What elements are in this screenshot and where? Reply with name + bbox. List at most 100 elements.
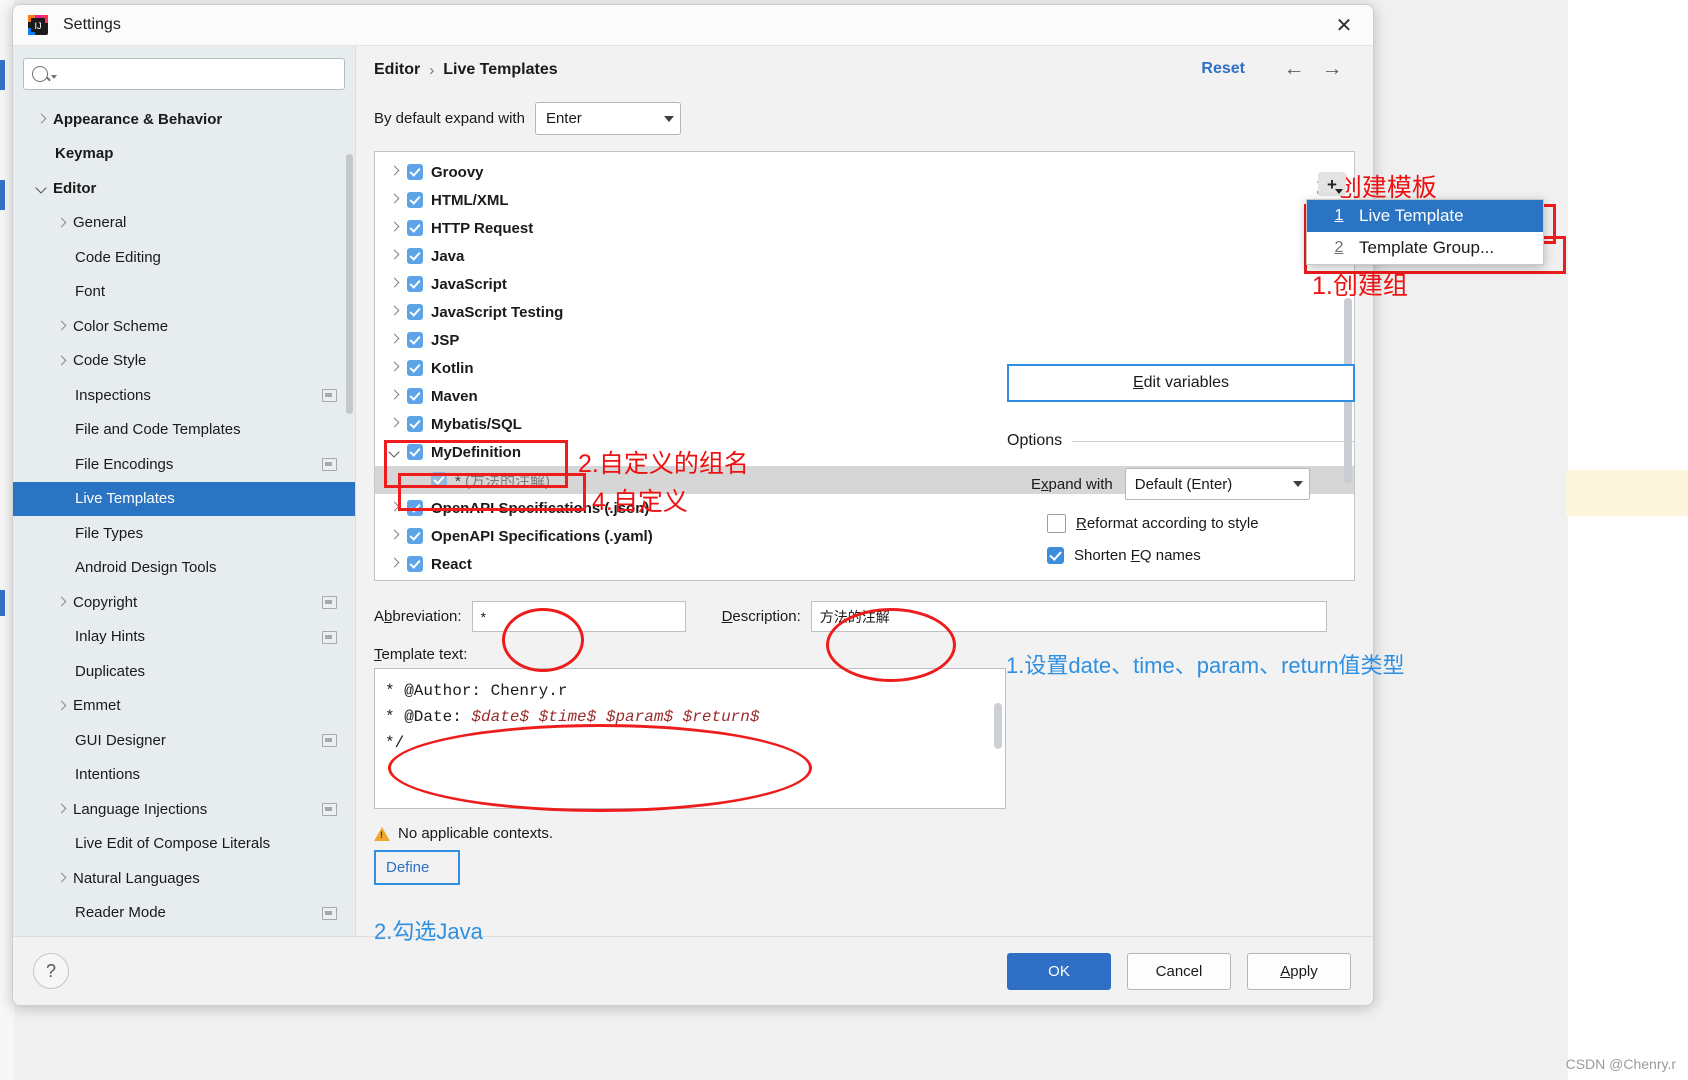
template-checkbox[interactable] <box>407 388 423 404</box>
sidebar-item-emmet[interactable]: Emmet <box>13 689 355 724</box>
sidebar-item-inspections[interactable]: Inspections <box>13 378 355 413</box>
sidebar-item-file-and-code-templates[interactable]: File and Code Templates <box>13 413 355 448</box>
abbreviation-input[interactable]: * <box>471 601 686 632</box>
template-group-row[interactable]: JSP <box>375 326 1354 354</box>
default-expand-value: Enter <box>545 110 582 127</box>
define-button[interactable]: Define <box>374 850 460 885</box>
chevron-right-icon[interactable] <box>387 220 403 236</box>
breadcrumb-parent[interactable]: Editor <box>374 61 420 79</box>
sidebar-item-code-editing[interactable]: Code Editing <box>13 240 355 275</box>
chevron-right-icon[interactable] <box>387 556 403 572</box>
template-checkbox[interactable] <box>407 416 423 432</box>
template-checkbox[interactable] <box>407 248 423 264</box>
template-checkbox[interactable] <box>407 276 423 292</box>
help-button[interactable]: ? <box>33 953 69 989</box>
template-group-row[interactable]: Groovy <box>375 158 1354 186</box>
sidebar-item-natural-languages[interactable]: Natural Languages <box>13 861 355 896</box>
forward-arrow-icon[interactable]: → <box>1319 58 1345 81</box>
chevron-right-icon[interactable] <box>387 500 403 516</box>
sidebar-item-copyright[interactable]: Copyright <box>13 585 355 620</box>
chevron-right-icon[interactable] <box>55 216 69 230</box>
reset-link[interactable]: Reset <box>1201 60 1245 78</box>
template-group-row[interactable]: Java <box>375 242 1354 270</box>
template-checkbox[interactable] <box>407 332 423 348</box>
chevron-right-icon[interactable] <box>35 112 49 126</box>
template-text-scrollbar[interactable] <box>994 703 1002 749</box>
apply-button[interactable]: Apply <box>1247 953 1351 990</box>
sidebar-item-color-scheme[interactable]: Color Scheme <box>13 309 355 344</box>
sidebar-item-android-design-tools[interactable]: Android Design Tools <box>13 551 355 586</box>
ok-button[interactable]: OK <box>1007 953 1111 990</box>
template-group-row[interactable]: JavaScript <box>375 270 1354 298</box>
template-checkbox[interactable] <box>407 360 423 376</box>
options-column: Edit variables Options Expand with Defau… <box>1007 364 1355 564</box>
template-checkbox[interactable] <box>407 192 423 208</box>
template-group-row[interactable]: HTML/XML <box>375 186 1354 214</box>
description-input[interactable]: 方法的注解 <box>810 601 1327 632</box>
sidebar-item-appearance-behavior[interactable]: Appearance & Behavior <box>13 102 355 137</box>
chevron-right-icon[interactable] <box>387 388 403 404</box>
chevron-right-icon[interactable] <box>387 332 403 348</box>
template-checkbox[interactable] <box>407 220 423 236</box>
chevron-right-icon[interactable] <box>387 248 403 264</box>
menu-item-live-template[interactable]: 1 Live Template <box>1307 200 1543 232</box>
chevron-right-icon[interactable] <box>387 304 403 320</box>
back-arrow-icon[interactable]: ← <box>1281 58 1307 81</box>
chevron-right-icon[interactable] <box>55 354 69 368</box>
template-checkbox[interactable] <box>407 528 423 544</box>
chevron-right-icon[interactable] <box>387 192 403 208</box>
shorten-checkbox[interactable] <box>1047 547 1064 564</box>
sidebar-item-live-edit-of-compose-literals[interactable]: Live Edit of Compose Literals <box>13 827 355 862</box>
close-icon[interactable]: ✕ <box>1329 11 1359 39</box>
chevron-right-icon[interactable] <box>55 319 69 333</box>
chevron-right-icon[interactable] <box>387 360 403 376</box>
sidebar-item-code-style[interactable]: Code Style <box>13 344 355 379</box>
sidebar-item-file-types[interactable]: File Types <box>13 516 355 551</box>
chevron-right-icon[interactable] <box>387 416 403 432</box>
template-checkbox[interactable] <box>407 444 423 460</box>
cancel-button[interactable]: Cancel <box>1127 953 1231 990</box>
sidebar-item-keymap[interactable]: Keymap <box>13 137 355 172</box>
sidebar-item-language-injections[interactable]: Language Injections <box>13 792 355 827</box>
chevron-right-icon[interactable] <box>387 528 403 544</box>
shorten-checkbox-row[interactable]: Shorten FQ names <box>1007 547 1355 564</box>
warning-icon <box>374 826 390 841</box>
chevron-down-icon[interactable] <box>35 181 49 195</box>
sidebar-item-duplicates[interactable]: Duplicates <box>13 654 355 689</box>
menu-item-template-group[interactable]: 2 Template Group... <box>1307 232 1543 264</box>
chevron-right-icon[interactable] <box>55 595 69 609</box>
chevron-right-icon[interactable] <box>387 164 403 180</box>
chevron-right-icon[interactable] <box>55 802 69 816</box>
template-text-editor[interactable]: * @Author: Chenry.r * @Date: $date$ $tim… <box>374 668 1006 809</box>
search-input[interactable] <box>23 58 345 90</box>
chevron-right-icon[interactable] <box>55 871 69 885</box>
intellij-idea-icon: IJ <box>27 14 49 36</box>
sidebar-item-font[interactable]: Font <box>13 275 355 310</box>
sidebar-item-file-encodings[interactable]: File Encodings <box>13 447 355 482</box>
reformat-checkbox[interactable] <box>1047 514 1066 533</box>
chevron-right-icon[interactable] <box>387 276 403 292</box>
add-template-button[interactable]: + <box>1318 172 1346 196</box>
sidebar-item-label: File and Code Templates <box>75 421 241 439</box>
template-checkbox[interactable] <box>407 164 423 180</box>
sidebar-item-inlay-hints[interactable]: Inlay Hints <box>13 620 355 655</box>
template-checkbox[interactable] <box>431 472 447 488</box>
sidebar-item-general[interactable]: General <box>13 206 355 241</box>
expand-with-select[interactable]: Default (Enter) <box>1124 468 1310 500</box>
sidebar-item-intentions[interactable]: Intentions <box>13 758 355 793</box>
sidebar-item-live-templates[interactable]: Live Templates <box>13 481 355 516</box>
sidebar-item-gui-designer[interactable]: GUI Designer <box>13 723 355 758</box>
sidebar-item-reader-mode[interactable]: Reader Mode <box>13 896 355 931</box>
template-checkbox[interactable] <box>407 304 423 320</box>
template-group-row[interactable]: JavaScript Testing <box>375 298 1354 326</box>
template-checkbox[interactable] <box>407 556 423 572</box>
template-group-row[interactable]: HTTP Request <box>375 214 1354 242</box>
reformat-checkbox-row[interactable]: Reformat according to style <box>1007 514 1355 533</box>
default-expand-select[interactable]: Enter <box>534 102 681 135</box>
sidebar-item-editor[interactable]: Editor <box>13 171 355 206</box>
edit-variables-button[interactable]: Edit variables <box>1007 364 1355 402</box>
chevron-right-icon[interactable] <box>55 699 69 713</box>
chevron-down-icon[interactable] <box>387 444 403 460</box>
sidebar-scrollbar[interactable] <box>346 154 353 414</box>
template-checkbox[interactable] <box>407 500 423 516</box>
